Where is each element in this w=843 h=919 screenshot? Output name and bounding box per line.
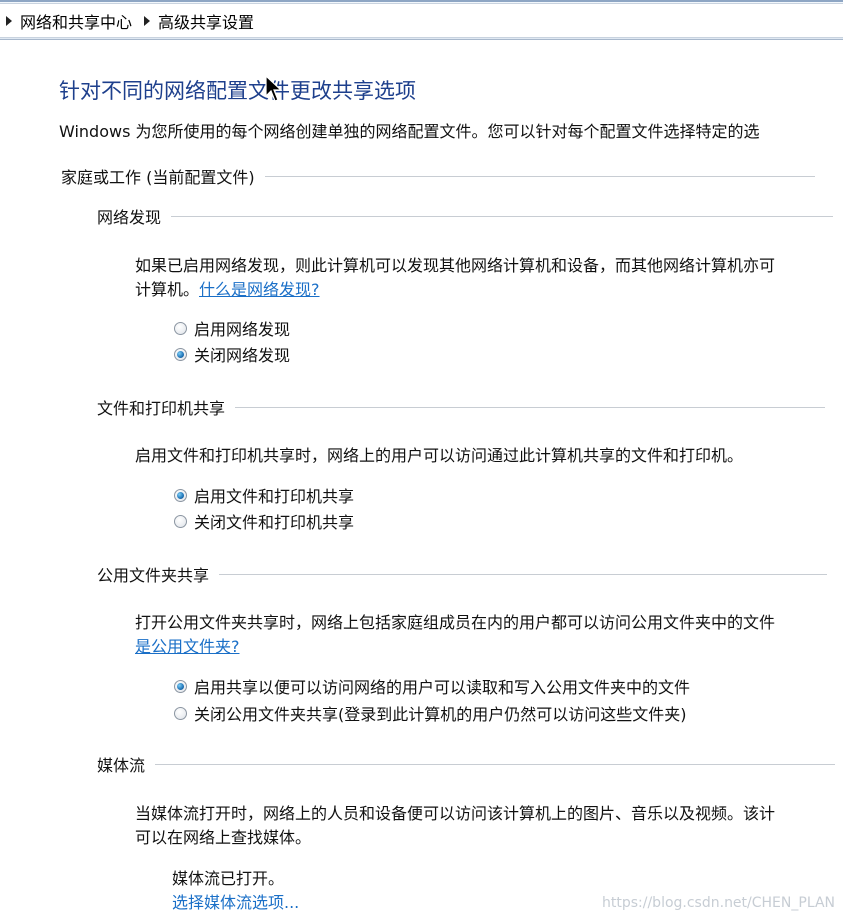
address-bar-top-border [0,0,843,2]
radio-label: 启用网络发现 [194,320,291,339]
choose-media-streaming-options-link[interactable]: 选择媒体流选项... [172,893,299,912]
radio-label: 启用文件和打印机共享 [194,487,355,506]
network-discovery-desc: 如果已启用网络发现，则此计算机可以发现其他网络计算机和设备，而其他网络计算机亦可 [135,256,776,275]
radio-button[interactable] [174,514,187,528]
section-divider [219,573,828,575]
radio-label: 关闭公用文件夹共享(登录到此计算机的用户仍然可以访问这些文件夹) [194,705,687,724]
section-file-printer-sharing-header: 文件和打印机共享 [97,395,826,419]
public-folder-sharing-desc-line2: 是公用文件夹? [135,633,240,657]
media-streaming-desc: 当媒体流打开时，网络上的人员和设备便可以访问该计算机上的图片、音乐以及视频。该计 [135,804,776,823]
page-title: 针对不同的网络配置文件更改共享选项 [59,79,416,103]
breadcrumb-item-advanced-sharing[interactable]: 高级共享设置 [138,4,260,37]
breadcrumb: 网络和共享中心 高级共享设置 [0,3,843,38]
what-is-public-folder-link[interactable]: 是公用文件夹? [135,637,240,656]
chevron-right-icon[interactable] [144,15,151,26]
section-title: 网络发现 [97,208,162,227]
section-divider [155,763,836,765]
section-title: 公用文件夹共享 [97,566,210,585]
radio-disable-file-printer-sharing[interactable]: 关闭文件和打印机共享 [174,509,354,533]
section-network-discovery-header: 网络发现 [97,204,834,228]
what-is-network-discovery-link[interactable]: 什么是网络发现? [199,280,320,299]
radio-button-selected[interactable] [174,488,187,502]
profile-divider [264,175,815,177]
radio-label: 关闭文件和打印机共享 [194,513,355,532]
radio-button[interactable] [174,321,187,335]
chevron-right-icon[interactable] [6,15,12,26]
file-printer-sharing-desc: 启用文件和打印机共享时，网络上的用户可以访问通过此计算机共享的文件和打印机。 [135,446,744,465]
section-title: 媒体流 [97,756,146,775]
radio-enable-network-discovery[interactable]: 启用网络发现 [174,316,290,340]
network-discovery-desc-prefix: 计算机。 [135,280,200,299]
media-streaming-status: 媒体流已打开。 [172,869,285,888]
section-public-folder-sharing-header: 公用文件夹共享 [97,562,828,586]
profile-label: 家庭或工作 (当前配置文件) [61,168,255,187]
watermark: https://blog.csdn.net/CHEN_PLAN [602,895,835,911]
profile-header[interactable]: 家庭或工作 (当前配置文件) [61,164,815,188]
public-folder-sharing-desc: 打开公用文件夹共享时，网络上包括家庭组成员在内的用户都可以访问公用文件夹中的文件 [135,613,776,632]
breadcrumb-item-network-center[interactable]: 网络和共享中心 [0,4,138,37]
media-streaming-desc-line2: 可以在网络上查找媒体。 [135,828,312,847]
media-streaming-options-link-row: 选择媒体流选项... [172,889,299,913]
radio-label: 关闭网络发现 [194,346,291,365]
advanced-sharing-settings-window: 网络和共享中心 高级共享设置 针对不同的网络配置文件更改共享选项 Windows… [0,0,843,919]
radio-button-selected[interactable] [174,347,187,361]
radio-button[interactable] [174,706,187,720]
section-divider [171,215,834,217]
section-title: 文件和打印机共享 [97,399,226,418]
radio-enable-public-folder-sharing[interactable]: 启用共享以便可以访问网络的用户可以读取和写入公用文件夹中的文件 [174,674,690,698]
breadcrumb-label: 网络和共享中心 [20,12,133,32]
radio-enable-file-printer-sharing[interactable]: 启用文件和打印机共享 [174,483,354,507]
breadcrumb-label: 高级共享设置 [158,12,255,32]
radio-button-selected[interactable] [174,679,187,693]
radio-disable-public-folder-sharing[interactable]: 关闭公用文件夹共享(登录到此计算机的用户仍然可以访问这些文件夹) [174,701,687,725]
section-divider [235,406,826,408]
section-media-streaming-header: 媒体流 [97,752,836,776]
network-discovery-desc-line2: 计算机。什么是网络发现? [135,276,320,300]
radio-disable-network-discovery[interactable]: 关闭网络发现 [174,342,290,366]
radio-label: 启用共享以便可以访问网络的用户可以读取和写入公用文件夹中的文件 [194,678,691,697]
page-intro: Windows 为您所使用的每个网络创建单独的网络配置文件。您可以针对每个配置文… [59,122,760,141]
address-bar: 网络和共享中心 高级共享设置 [0,0,843,40]
mouse-pointer-icon [265,75,283,102]
